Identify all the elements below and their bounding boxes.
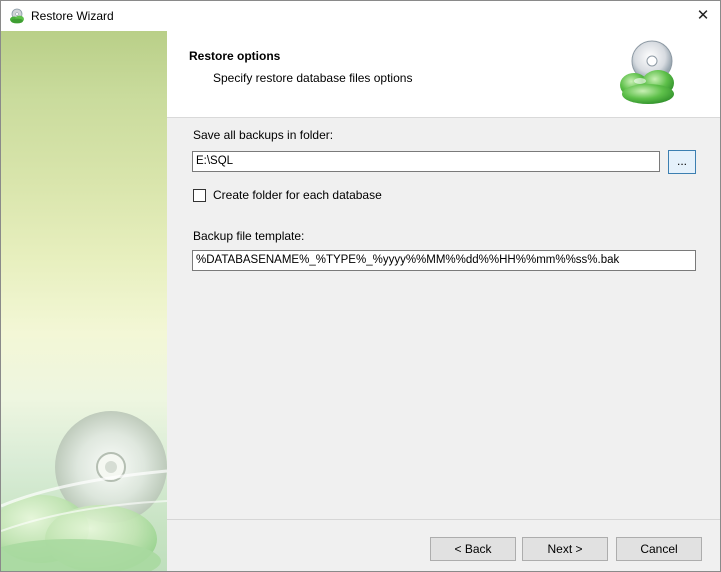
page-title: Restore options	[189, 49, 281, 63]
cloud-disc-icon	[620, 40, 674, 104]
close-button[interactable]: ✕	[686, 1, 720, 31]
cd-cloud-artwork	[1, 411, 167, 571]
folder-input[interactable]: E:\SQL	[192, 151, 660, 172]
template-label: Backup file template:	[193, 229, 305, 243]
folder-label: Save all backups in folder:	[193, 128, 334, 142]
title-bar[interactable]: Restore Wizard ✕	[1, 1, 720, 31]
next-button[interactable]: Next >	[522, 537, 608, 561]
options-panel: Save all backups in folder: E:\SQL ... C…	[167, 118, 720, 518]
cancel-button[interactable]: Cancel	[616, 537, 702, 561]
page-subtitle: Specify restore database files options	[213, 71, 413, 85]
cloud-disc-icon	[10, 8, 24, 24]
back-button[interactable]: < Back	[430, 537, 516, 561]
create-folder-checkbox[interactable]	[193, 189, 206, 202]
close-icon: ✕	[696, 7, 710, 24]
wizard-header: Restore options Specify restore database…	[167, 31, 720, 118]
window-title: Restore Wizard	[31, 9, 114, 23]
template-input[interactable]: %DATABASENAME%_%TYPE%_%yyyy%%MM%%dd%%HH%…	[192, 250, 696, 271]
browse-button[interactable]: ...	[668, 150, 696, 174]
restore-wizard-window: Restore Wizard ✕ Restore options Specify…	[0, 0, 721, 572]
footer-divider	[167, 519, 720, 520]
create-folder-label[interactable]: Create folder for each database	[213, 188, 382, 202]
side-banner	[1, 31, 167, 571]
